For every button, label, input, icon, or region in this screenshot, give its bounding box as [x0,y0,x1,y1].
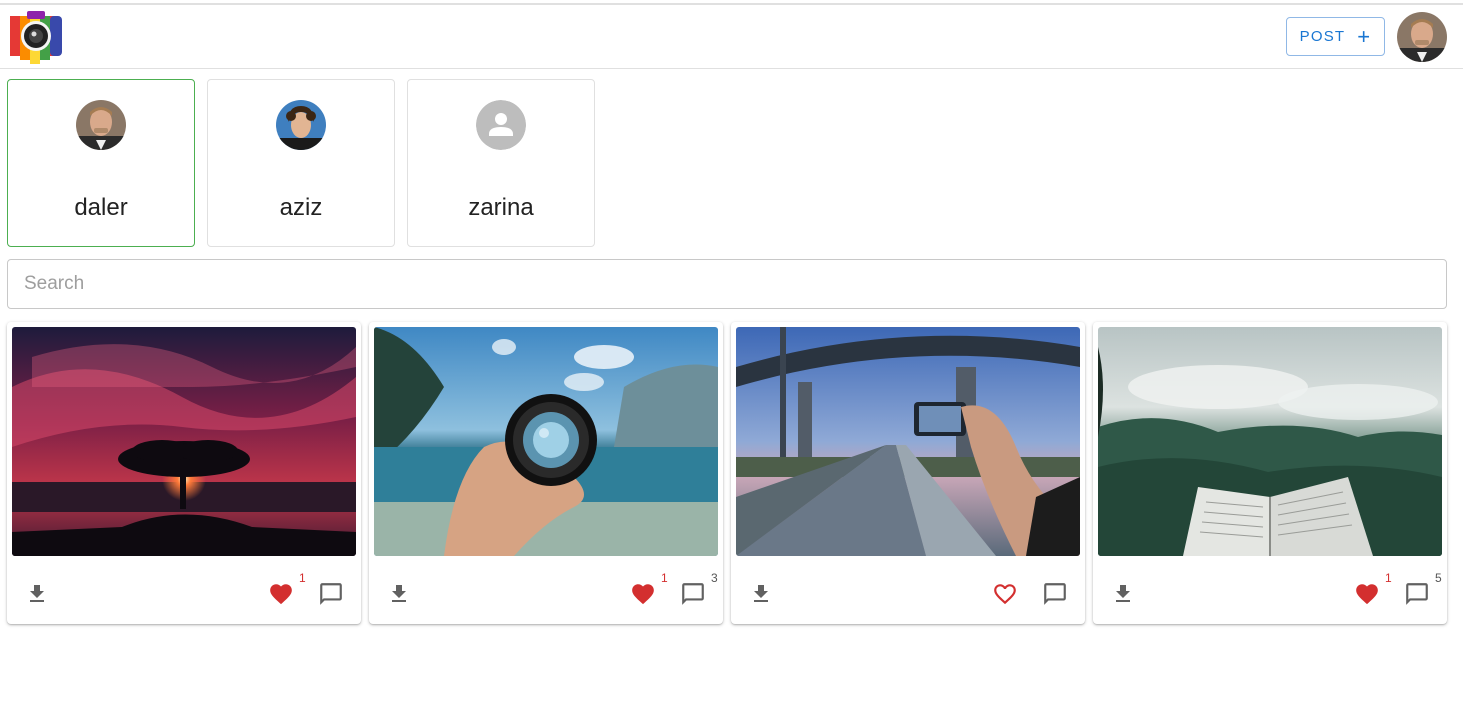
comment-icon[interactable] [673,574,713,614]
user-card-daler[interactable]: daler [7,79,195,247]
user-name: daler [74,194,128,221]
avatar [276,100,326,150]
like-count: 1 [299,571,306,585]
app-header: POST + [0,5,1463,69]
post-grid: 1 1 3 1 5 [7,322,1447,624]
post-photo-lens-over-lake[interactable] [374,327,718,556]
default-person-icon [476,100,526,150]
download-icon[interactable] [17,574,57,614]
post-card: 1 5 [1093,322,1447,624]
like-count: 1 [1385,571,1392,585]
user-name: zarina [468,194,534,221]
post-button-label: POST [1299,28,1346,45]
post-photo-tree-sunset[interactable] [12,327,356,556]
comment-icon[interactable] [311,574,351,614]
comment-icon[interactable] [1397,574,1437,614]
user-list: daler aziz zarina [7,79,595,247]
download-icon[interactable] [379,574,419,614]
like-count: 1 [661,571,668,585]
download-icon[interactable] [1103,574,1143,614]
plus-icon: + [1357,23,1372,49]
heart-filled-icon[interactable] [1347,574,1387,614]
comment-count: 5 [1435,571,1442,585]
post-card: 1 [7,322,361,624]
post-button[interactable]: POST + [1286,17,1385,56]
post-photo-phone-photo-bridge[interactable] [736,327,1080,556]
post-photo-book-misty-forest[interactable] [1098,327,1442,556]
user-card-zarina[interactable]: zarina [407,79,595,247]
comment-icon[interactable] [1035,574,1075,614]
heart-filled-icon[interactable] [261,574,301,614]
heart-filled-icon[interactable] [623,574,663,614]
post-card: 1 3 [369,322,723,624]
camera-logo-icon[interactable] [7,8,65,66]
avatar [76,100,126,150]
user-card-aziz[interactable]: aziz [207,79,395,247]
user-name: aziz [279,194,323,221]
search-input[interactable] [7,259,1447,309]
post-card [731,322,1085,624]
current-user-avatar[interactable] [1397,12,1447,62]
comment-count: 3 [711,571,718,585]
download-icon[interactable] [741,574,781,614]
heart-outline-icon[interactable] [985,574,1025,614]
